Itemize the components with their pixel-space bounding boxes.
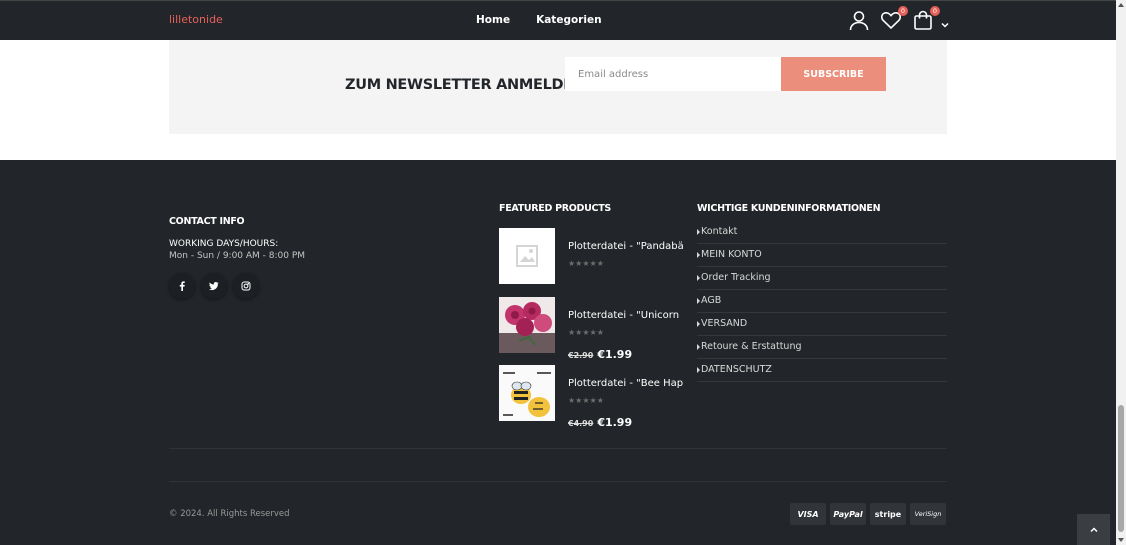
account-icon[interactable] [848,9,870,31]
main-nav: Home Kategorien [476,14,602,26]
link-datenschutz[interactable]: DATENSCHUTZ [697,359,947,382]
sale-price: €1.99 [597,348,633,361]
payment-methods: VISA PayPal stripe VeriSign [790,503,946,525]
footer-divider [169,448,947,449]
product-item[interactable]: Plotterdatei - "Pandabär" ★★★★★ [499,228,684,284]
verisign-icon: VeriSign [910,503,946,525]
twitter-icon[interactable] [201,273,227,299]
working-hours-label: WORKING DAYS/HOURS: [169,239,279,249]
contact-info-title: CONTACT INFO [169,216,245,227]
back-to-top-button[interactable] [1077,514,1110,545]
email-field[interactable] [565,57,781,91]
link-versand[interactable]: VERSAND [697,313,947,336]
newsletter-section: ZUM NEWSLETTER ANMELDEN SUBSCRIBE [0,40,1116,160]
nav-home[interactable]: Home [476,14,510,26]
nav-kategorien[interactable]: Kategorien [536,14,601,26]
product-name[interactable]: Plotterdatei - "Pandabär" [568,241,683,252]
site-logo[interactable]: lilletonide [169,13,223,26]
chevron-down-icon[interactable] [940,15,950,28]
facebook-icon[interactable] [169,273,195,299]
link-agb[interactable]: AGB [697,290,947,313]
product-item[interactable]: Plotterdatei - "Bee Happy" ★★★★★ €4.90€1… [499,365,684,429]
caret-right-icon [697,252,700,258]
newsletter-title: ZUM NEWSLETTER ANMELDEN [345,77,585,93]
instagram-icon[interactable] [233,273,259,299]
wishlist-count-badge: 0 [898,6,908,16]
star-rating: ★★★★★ [568,259,604,268]
link-order-tracking[interactable]: Order Tracking [697,267,947,290]
product-name[interactable]: Plotterdatei - "Bee Happy" [568,378,683,389]
link-label[interactable]: AGB [701,290,721,312]
stripe-icon: stripe [870,503,906,525]
newsletter-box: ZUM NEWSLETTER ANMELDEN SUBSCRIBE [169,40,947,134]
link-label[interactable]: Order Tracking [701,267,771,289]
subscribe-button[interactable]: SUBSCRIBE [781,57,886,91]
sale-price: €1.99 [597,416,633,429]
customer-info-links: Kontakt MEIN KONTO Order Tracking AGB VE… [697,221,947,382]
scroll-thumb[interactable] [1118,405,1124,532]
cart-count-badge: 0 [930,6,940,16]
link-label[interactable]: DATENSCHUTZ [701,359,772,381]
link-retoure[interactable]: Retoure & Erstattung [697,336,947,359]
product-image-unicorn-love[interactable] [499,297,555,353]
link-label[interactable]: Retoure & Erstattung [701,336,802,358]
scroll-up-icon[interactable] [1118,3,1124,7]
product-image-bee-happy[interactable] [499,365,555,421]
site-header: lilletonide Home Kategorien 0 0 [0,0,1116,40]
link-label[interactable]: VERSAND [701,313,747,335]
caret-right-icon [697,321,700,327]
old-price: €2.90 [568,351,594,360]
link-kontakt[interactable]: Kontakt [697,221,947,244]
product-price: €2.90 €1.99 [568,343,632,362]
working-hours-value: Mon - Sun / 9:00 AM - 8:00 PM [169,251,306,261]
old-price: €4.90 [568,419,594,428]
caret-right-icon [697,367,700,373]
caret-right-icon [697,298,700,304]
copyright-text: © 2024. All Rights Reserved [169,509,290,519]
customer-info-title: WICHTIGE KUNDENINFORMATIONEN [697,203,881,214]
star-rating: ★★★★★ [568,396,604,405]
product-price: €4.90 €1.99 [568,411,632,430]
social-links [169,273,259,299]
site-footer: CONTACT INFO WORKING DAYS/HOURS: Mon - S… [0,160,1116,545]
product-name[interactable]: Plotterdatei - "Unicorn love" [568,310,683,321]
page-scrollbar[interactable] [1116,0,1126,545]
star-rating: ★★★★★ [568,328,604,337]
product-item[interactable]: Plotterdatei - "Unicorn love" ★★★★★ €2.9… [499,297,684,361]
link-mein-konto[interactable]: MEIN KONTO [697,244,947,267]
featured-products-title: FEATURED PRODUCTS [499,203,611,214]
footer-divider [169,481,947,482]
caret-right-icon [697,229,700,235]
link-label[interactable]: Kontakt [701,221,737,243]
cart-icon[interactable]: 0 [912,6,940,31]
paypal-icon: PayPal [830,503,866,525]
caret-right-icon [697,275,700,281]
visa-icon: VISA [790,503,826,525]
link-label[interactable]: MEIN KONTO [701,244,762,266]
scroll-down-icon[interactable] [1118,538,1124,542]
product-placeholder-image[interactable] [499,228,555,284]
header-icons: 0 0 [848,6,950,31]
caret-right-icon [697,344,700,350]
wishlist-icon[interactable]: 0 [880,6,908,31]
